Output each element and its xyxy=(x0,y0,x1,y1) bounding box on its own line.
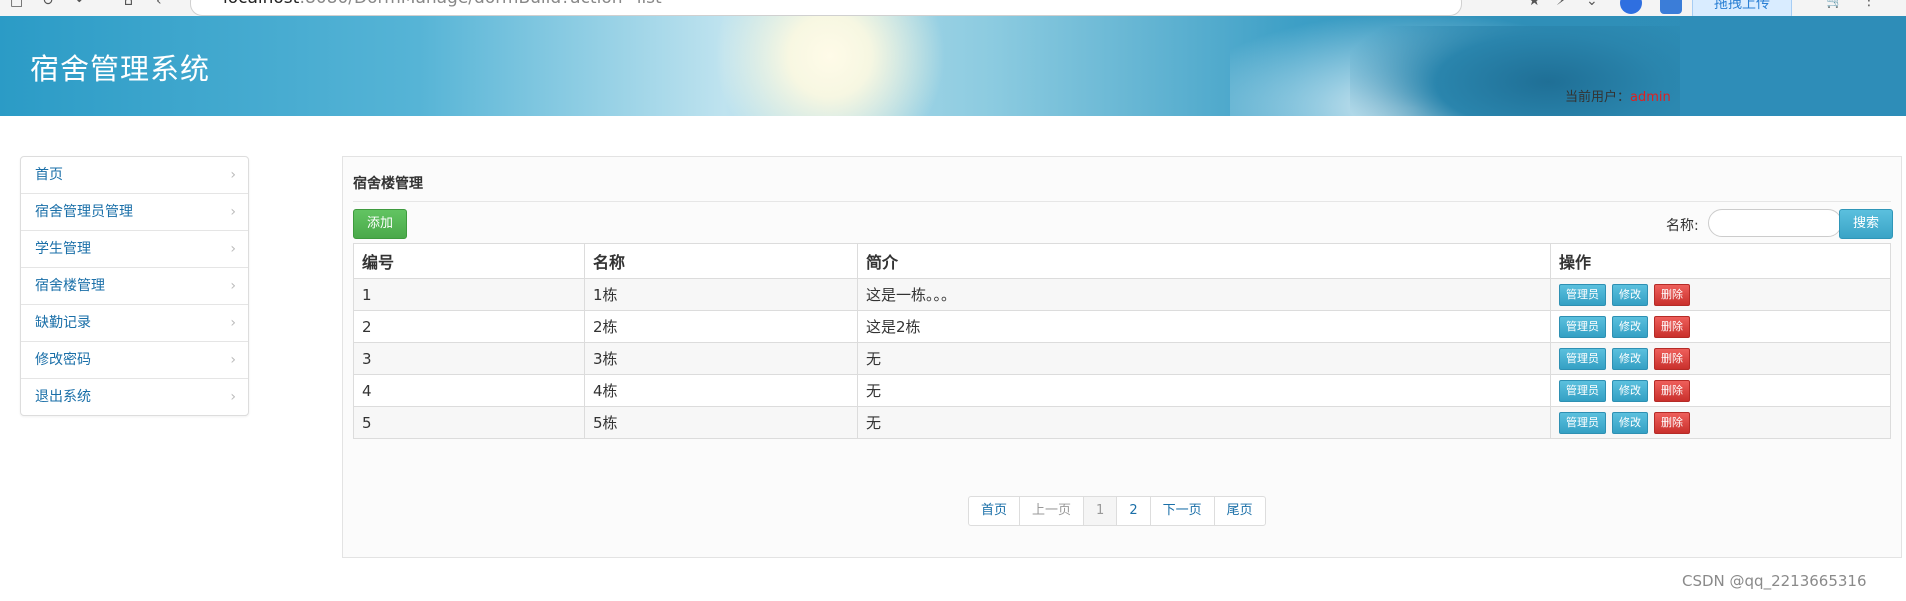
banner-right-fill xyxy=(1680,16,1906,116)
table-row: 4 4栋 无 管理员 修改 删除 xyxy=(353,374,1891,407)
manage-admin-button[interactable]: 管理员 xyxy=(1559,347,1606,370)
delete-button[interactable]: 删除 xyxy=(1654,347,1690,370)
delete-button[interactable]: 删除 xyxy=(1654,411,1690,434)
pagination: 首页 上一页 1 2 下一页 尾页 xyxy=(968,496,1266,526)
sidebar-item-dorm-admin[interactable]: 宿舍管理员管理 › xyxy=(21,193,248,230)
edit-button[interactable]: 修改 xyxy=(1612,347,1648,370)
cell-actions: 管理员 修改 删除 xyxy=(1550,374,1891,407)
edit-button[interactable]: 修改 xyxy=(1612,315,1648,338)
cell-actions: 管理员 修改 删除 xyxy=(1550,342,1891,375)
back-icon[interactable]: ‹ xyxy=(156,0,162,8)
address-bar[interactable]: localhost:8080/DormManage/dormBuild?acti… xyxy=(190,0,1462,16)
cell-desc: 这是一栋。。。 xyxy=(857,278,1551,311)
table-row: 3 3栋 无 管理员 修改 删除 xyxy=(353,342,1891,375)
sidebar-item-logout[interactable]: 退出系统 › xyxy=(21,378,248,415)
edit-button[interactable]: 修改 xyxy=(1612,379,1648,402)
reload-icon[interactable]: ↻ xyxy=(42,0,54,8)
page-last[interactable]: 尾页 xyxy=(1213,497,1265,525)
manage-admin-button[interactable]: 管理员 xyxy=(1559,411,1606,434)
system-title: 宿舍管理系统 xyxy=(30,52,211,86)
delete-button[interactable]: 删除 xyxy=(1654,379,1690,402)
cloud-icon[interactable] xyxy=(1660,0,1682,14)
table-row: 5 5栋 无 管理员 修改 删除 xyxy=(353,406,1891,439)
dorm-building-table: 编号 名称 简介 操作 1 1栋 这是一栋。。。 管理员 修改 删除 2 2栋 这是… xyxy=(353,243,1891,439)
extension-icon[interactable] xyxy=(1620,0,1642,14)
chevron-right-icon: › xyxy=(230,389,236,405)
chevron-right-icon: › xyxy=(230,241,236,257)
chevron-right-icon: › xyxy=(230,167,236,183)
search-button[interactable]: 搜索 xyxy=(1839,209,1893,239)
table-header-row: 编号 名称 简介 操作 xyxy=(353,243,1891,279)
search-input[interactable] xyxy=(1708,209,1842,237)
watermark: CSDN @qq_2213665316 xyxy=(1682,572,1867,590)
edit-button[interactable]: 修改 xyxy=(1612,283,1648,306)
table-row: 1 1栋 这是一栋。。。 管理员 修改 删除 xyxy=(353,278,1891,311)
col-header-id: 编号 xyxy=(353,243,585,279)
delete-button[interactable]: 删除 xyxy=(1654,315,1690,338)
cell-name: 2栋 xyxy=(584,310,858,343)
cell-id: 5 xyxy=(353,406,585,439)
delete-button[interactable]: 删除 xyxy=(1654,283,1690,306)
cell-id: 1 xyxy=(353,278,585,311)
page-first[interactable]: 首页 xyxy=(969,497,1019,525)
cell-id: 4 xyxy=(353,374,585,407)
cell-desc: 无 xyxy=(857,406,1551,439)
cell-name: 5栋 xyxy=(584,406,858,439)
browser-toolbar: □ ↻ ↶ ⌂ ‹ localhost:8080/DormManage/dorm… xyxy=(0,0,1906,17)
page-title: 宿舍楼管理 xyxy=(353,176,423,192)
search-label: 名称: xyxy=(1666,218,1699,234)
current-user-label: 当前用户： xyxy=(1565,90,1631,105)
more-icon[interactable]: ⋮ xyxy=(1862,0,1876,8)
chevron-right-icon: › xyxy=(230,278,236,294)
address-text: localhost:8080/DormManage/dormBuild?acti… xyxy=(223,0,662,7)
col-header-name: 名称 xyxy=(584,243,858,279)
lightning-icon[interactable]: ⚡ xyxy=(1556,0,1566,8)
sidebar-item-absence[interactable]: 缺勤记录 › xyxy=(21,304,248,341)
page-next[interactable]: 下一页 xyxy=(1149,497,1214,525)
page-number-current: 1 xyxy=(1083,497,1117,525)
cell-id: 3 xyxy=(353,342,585,375)
header-banner: 宿舍管理系统 当前用户：admin xyxy=(0,16,1906,116)
cart-icon[interactable]: 🛒 xyxy=(1826,0,1843,8)
sidebar-item-students[interactable]: 学生管理 › xyxy=(21,230,248,267)
home-icon[interactable]: ⌂ xyxy=(124,0,133,8)
current-user: 当前用户：admin xyxy=(1565,86,1671,105)
cell-desc: 无 xyxy=(857,342,1551,375)
sidebar-nav: 首页 › 宿舍管理员管理 › 学生管理 › 宿舍楼管理 › 缺勤记录 › 修改密码 › 退出… xyxy=(20,156,249,416)
cell-actions: 管理员 修改 删除 xyxy=(1550,406,1891,439)
page-prev: 上一页 xyxy=(1019,497,1084,525)
cell-id: 2 xyxy=(353,310,585,343)
cell-desc: 这是2栋 xyxy=(857,310,1551,343)
window-icon[interactable]: □ xyxy=(10,0,23,8)
cell-actions: 管理员 修改 删除 xyxy=(1550,278,1891,311)
sidebar-item-password[interactable]: 修改密码 › xyxy=(21,341,248,378)
chevron-right-icon: › xyxy=(230,315,236,331)
sidebar-item-home[interactable]: 首页 › xyxy=(21,157,248,193)
sidebar-item-dorm-buildings[interactable]: 宿舍楼管理 › xyxy=(21,267,248,304)
chevron-right-icon: › xyxy=(230,204,236,220)
manage-admin-button[interactable]: 管理员 xyxy=(1559,315,1606,338)
cell-name: 1栋 xyxy=(584,278,858,311)
col-header-desc: 简介 xyxy=(857,243,1551,279)
upload-button[interactable]: 拖拽上传 xyxy=(1692,0,1792,16)
edit-button[interactable]: 修改 xyxy=(1612,411,1648,434)
title-divider xyxy=(353,201,1891,202)
add-button[interactable]: 添加 xyxy=(353,209,407,239)
page-number[interactable]: 2 xyxy=(1116,497,1149,525)
cell-desc: 无 xyxy=(857,374,1551,407)
chevron-down-icon[interactable]: ⌄ xyxy=(1586,0,1598,8)
current-user-name: admin xyxy=(1630,90,1671,105)
manage-admin-button[interactable]: 管理员 xyxy=(1559,283,1606,306)
banner-sun-glow xyxy=(700,16,960,116)
main-panel: 宿舍楼管理 添加 名称: 搜索 编号 名称 简介 操作 1 1栋 这是一栋。。。… xyxy=(342,156,1902,558)
col-header-actions: 操作 xyxy=(1550,243,1891,279)
undo-icon[interactable]: ↶ xyxy=(76,0,88,8)
cell-name: 3栋 xyxy=(584,342,858,375)
cell-name: 4栋 xyxy=(584,374,858,407)
cell-actions: 管理员 修改 删除 xyxy=(1550,310,1891,343)
chevron-right-icon: › xyxy=(230,352,236,368)
table-row: 2 2栋 这是2栋 管理员 修改 删除 xyxy=(353,310,1891,343)
manage-admin-button[interactable]: 管理员 xyxy=(1559,379,1606,402)
star-icon[interactable]: ★ xyxy=(1528,0,1541,8)
